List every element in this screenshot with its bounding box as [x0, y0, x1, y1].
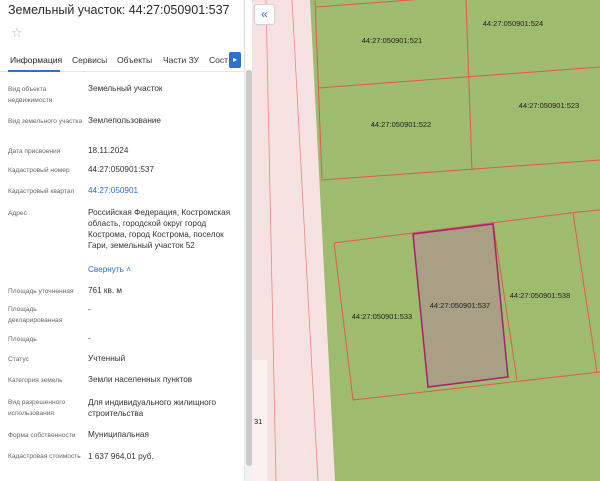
tab-objects[interactable]: Объекты: [117, 55, 152, 65]
parcel-label: 31: [254, 417, 262, 426]
label-area: Площадь: [8, 336, 37, 343]
label-area-declared: Площадь декларированная: [8, 306, 63, 324]
label-ownership-form: Форма собственности: [8, 432, 76, 439]
parcel-label: 44:27:050901:537: [430, 301, 490, 310]
tab-bar: Информация Сервисы Объекты Части ЗУ Сост: [0, 48, 244, 72]
label-area-specified: Площадь уточненная: [8, 288, 74, 295]
parcel-boundary: [333, 242, 354, 401]
chevron-up-icon: ˄: [126, 265, 131, 274]
collapse-panel-button[interactable]: «: [254, 4, 275, 25]
value-status: Учтенный: [88, 354, 126, 363]
value-cadastral-value: 1 637 964,01 руб.: [88, 452, 154, 461]
value-cadastral-number: 44:27:050901:537: [88, 165, 155, 174]
parcel-label: 44:27:050901:524: [483, 19, 543, 28]
value-land-category: Земли населенных пунктов: [88, 375, 193, 384]
address-collapse-toggle[interactable]: Свернуть ˄: [88, 264, 238, 275]
parcel-boundary: [315, 0, 418, 8]
map-view[interactable]: 44:27:050901:521 44:27:050901:524 44:27:…: [252, 0, 600, 481]
double-chevron-left-icon: «: [261, 7, 268, 21]
label-permitted-use: Вид разрешенного использования: [8, 399, 66, 417]
tab-services[interactable]: Сервисы: [72, 55, 107, 65]
address-collapse-label: Свернуть: [88, 265, 124, 274]
label-cadastral-block: Кадастровый квартал: [8, 188, 75, 195]
label-land-type: Вид земельного участка: [8, 118, 83, 125]
tab-composition[interactable]: Сост: [209, 55, 228, 65]
chevron-right-icon[interactable]: ▸: [229, 52, 241, 68]
parcel-label: 44:27:050901:523: [519, 101, 579, 110]
label-cadastral-value: Кадастровая стоимость: [8, 453, 81, 460]
tab-parts[interactable]: Части ЗУ: [163, 55, 199, 65]
value-area: -: [88, 334, 91, 343]
parcel-label: 44:27:050901:533: [352, 312, 412, 321]
label-land-category: Категория земель: [8, 377, 63, 384]
info-panel: Земельный участок: 44:27:050901:537 ☆ Ин…: [0, 0, 245, 481]
value-ownership-form: Муниципальная: [88, 430, 149, 439]
map-canvas: 44:27:050901:521 44:27:050901:524 44:27:…: [252, 0, 600, 481]
value-land-type: Землепользование: [88, 116, 161, 125]
value-assigned-date: 18.11.2024: [88, 146, 129, 155]
value-object-type: Земельный участок: [88, 84, 163, 93]
star-icon[interactable]: ☆: [11, 26, 23, 40]
value-area-declared: -: [88, 305, 91, 314]
value-permitted-use: Для индивидуального жилищного строительс…: [88, 398, 217, 418]
panel-title: Земельный участок: 44:27:050901:537: [8, 3, 230, 17]
parcel-boundary: [314, 0, 600, 181]
parcel-boundary: [572, 212, 598, 373]
active-tab-indicator: [8, 70, 60, 72]
value-area-specified: 761 кв. м: [88, 286, 123, 295]
value-cadastral-block[interactable]: 44:27:050901: [88, 185, 238, 196]
parcel-label: 44:27:050901:538: [510, 291, 570, 300]
value-address: Российская Федерация, Костромская област…: [88, 208, 231, 250]
label-status: Статус: [8, 356, 29, 363]
parcel-boundary: [317, 66, 600, 89]
tab-info[interactable]: Информация: [10, 55, 62, 65]
panel-scrollbar[interactable]: [244, 70, 252, 481]
label-assigned-date: Дата присвоения: [8, 148, 61, 155]
parcel-label: 44:27:050901:521: [362, 36, 422, 45]
parcel-boundary: [465, 0, 473, 171]
label-cadastral-number: Кадастровый номер: [8, 167, 70, 174]
label-address: Адрес: [8, 210, 27, 217]
parcel-label: 44:27:050901:522: [371, 120, 431, 129]
label-object-type: Вид объекта недвижимости: [8, 86, 53, 104]
